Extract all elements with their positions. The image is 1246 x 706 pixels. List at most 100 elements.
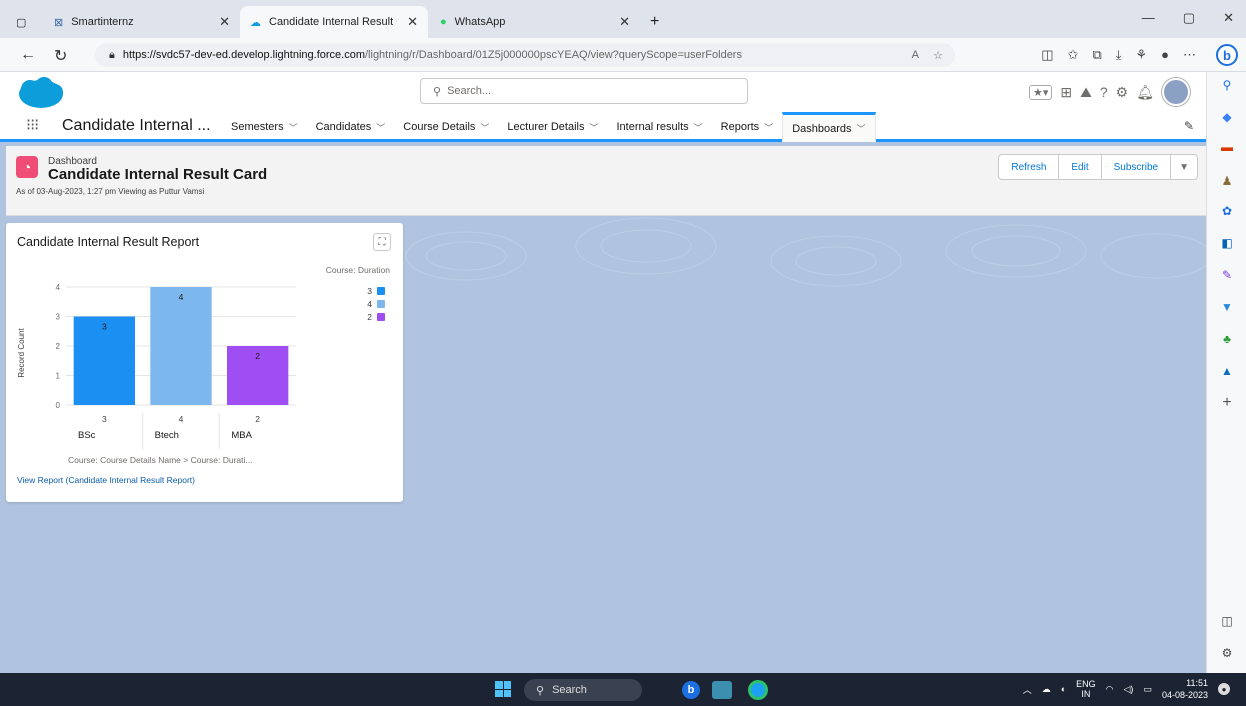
trailhead-icon[interactable]: ⛰ (1080, 84, 1092, 101)
shopping-tag-icon[interactable]: ◆ (1220, 110, 1234, 124)
nav-item-semesters[interactable]: Semesters ﹀ (222, 112, 307, 142)
close-icon[interactable]: ✕ (219, 14, 230, 30)
y-tick-label: 2 (56, 342, 61, 351)
add-sidebar-app-icon[interactable]: + (1220, 394, 1234, 411)
reload-icon[interactable]: ↻ (54, 46, 67, 66)
search-icon[interactable]: ⚲ (1220, 78, 1234, 92)
battery-icon[interactable]: ▭ (1143, 684, 1152, 695)
tools-briefcase-icon[interactable]: ▬ (1220, 140, 1234, 154)
edit-button[interactable]: Edit (1059, 155, 1102, 179)
chevron-down-icon[interactable]: ﹀ (376, 121, 385, 134)
category-label: BSc (78, 430, 96, 441)
more-actions-button[interactable]: ▼ (1171, 155, 1197, 179)
collections-icon[interactable]: ⧉ (1092, 47, 1101, 63)
salesforce-logo-icon[interactable] (18, 77, 64, 109)
chevron-down-icon[interactable]: ﹀ (764, 121, 773, 134)
notification-center-icon[interactable]: ● (1218, 683, 1230, 695)
lang-label: ENG (1076, 679, 1096, 689)
salesforce-favicon-icon: ☁ (250, 16, 261, 29)
view-report-link[interactable]: View Report (Candidate Internal Result R… (17, 475, 195, 485)
edge-taskbar-icon[interactable] (748, 680, 768, 700)
favorites-icon[interactable]: ✩ (1068, 47, 1079, 63)
chevron-down-icon[interactable]: ﹀ (589, 121, 598, 134)
close-icon[interactable]: ✕ (619, 14, 630, 30)
category-total-label: 2 (255, 414, 260, 424)
plus-icon: + (650, 13, 660, 30)
nav-item-dashboards[interactable]: Dashboards ﹀ (782, 112, 876, 142)
sidebar-settings-gear-icon[interactable]: ⚙ (1220, 646, 1234, 660)
page-title: Candidate Internal Result Card (48, 166, 268, 183)
photos-app-icon[interactable] (712, 681, 732, 699)
tree-icon[interactable]: ♣ (1220, 332, 1234, 346)
back-arrow-icon[interactable]: ← (20, 46, 36, 64)
legend-entry-label: 2 (367, 312, 372, 322)
windows-start-icon[interactable] (495, 681, 511, 697)
y-tick-label: 1 (56, 372, 61, 381)
profile-icon[interactable]: ● (1161, 47, 1169, 63)
help-icon[interactable]: ? (1100, 84, 1108, 100)
nav-item-reports[interactable]: Reports ﹀ (712, 112, 783, 142)
designer-icon[interactable]: ✎ (1220, 268, 1234, 282)
outlook-icon[interactable]: ◧ (1220, 236, 1234, 250)
chevron-down-icon[interactable]: ﹀ (694, 121, 703, 134)
edit-nav-pencil-icon[interactable]: ✎ (1184, 119, 1194, 133)
user-avatar[interactable] (1162, 78, 1190, 106)
sidebar-layout-icon[interactable]: ◫ (1220, 614, 1234, 628)
bing-copilot-icon[interactable]: b (1216, 44, 1238, 66)
read-aloud-icon[interactable]: A (912, 49, 919, 61)
tab-whatsapp[interactable]: ● WhatsApp ✕ (430, 6, 640, 38)
app-launcher-icon[interactable]: ⁝⁝⁝ (26, 115, 39, 135)
nav-label: Course Details (403, 121, 476, 133)
legend-title: Course: Duration (326, 265, 391, 275)
tab-actions-button[interactable]: ▢ (6, 6, 32, 38)
close-window-icon[interactable]: ✕ (1223, 10, 1234, 26)
y-tick-label: 0 (56, 401, 61, 410)
bing-taskbar-icon[interactable]: b (682, 681, 700, 699)
tray-chevron-up-icon[interactable]: ︿ (1023, 683, 1032, 696)
edge-tool-icon[interactable]: ▲ (1220, 364, 1234, 378)
url-field[interactable]: 🔒︎ https://svdc57-dev-ed.develop.lightni… (95, 43, 955, 67)
refresh-button[interactable]: Refresh (999, 155, 1060, 179)
taskbar-search[interactable]: ⚲ Search (524, 679, 642, 701)
chevron-down-icon[interactable]: ﹀ (480, 121, 489, 134)
global-actions-icon[interactable]: ⊞ (1060, 84, 1072, 101)
close-icon[interactable]: ✕ (407, 14, 418, 30)
notifications-bell-icon[interactable]: 🔔︎ (1136, 84, 1154, 101)
chevron-down-icon[interactable]: ﹀ (289, 121, 298, 134)
microsoft365-icon[interactable]: ✿ (1220, 204, 1234, 218)
new-tab-button[interactable]: + (640, 6, 670, 38)
whatsapp-icon: ● (440, 16, 447, 28)
y-tick-label: 3 (56, 313, 61, 322)
volume-icon[interactable]: ◁) (1124, 684, 1134, 695)
favorites-star-icon[interactable]: ★▾ (1028, 84, 1053, 100)
language-indicator[interactable]: ENG IN (1076, 679, 1096, 699)
tab-candidate-internal-result-card[interactable]: ☁ Candidate Internal Result Card | S ✕ (240, 6, 428, 38)
nav-label: Reports (720, 121, 760, 133)
global-search-input[interactable]: ⚲ Search... (420, 78, 748, 104)
setup-gear-icon[interactable]: ⚙ (1116, 84, 1129, 101)
favorite-star-icon[interactable]: ☆ (933, 49, 943, 62)
nav-item-course-details[interactable]: Course Details ﹀ (394, 112, 498, 142)
more-icon[interactable]: ⋯ (1183, 47, 1196, 63)
subscribe-button[interactable]: Subscribe (1102, 155, 1172, 179)
wifi-icon[interactable]: ◠ (1106, 684, 1114, 695)
games-icon[interactable]: ♟ (1220, 174, 1234, 188)
nav-item-lecturer-details[interactable]: Lecturer Details ﹀ (498, 112, 607, 142)
header-utility-icons: ★▾ ⊞ ⛰ ? ⚙ 🔔︎ (1028, 78, 1190, 106)
split-screen-icon[interactable]: ◫ (1041, 47, 1053, 63)
nav-item-internal-results[interactable]: Internal results ﹀ (607, 112, 711, 142)
chevron-down-icon[interactable]: ﹀ (857, 122, 866, 135)
restore-icon[interactable]: ▢ (1183, 10, 1195, 26)
drop-icon[interactable]: ▼ (1220, 300, 1234, 314)
y-axis-label: Record Count (17, 328, 26, 378)
bar (150, 287, 212, 405)
onedrive-cloud-icon[interactable]: ☁ (1042, 684, 1051, 695)
minimize-icon[interactable]: — (1142, 10, 1155, 26)
tray-app-icon[interactable]: ◐ (1061, 684, 1066, 694)
nav-item-candidates[interactable]: Candidates ﹀ (307, 112, 395, 142)
nav-label: Lecturer Details (507, 121, 585, 133)
downloads-icon[interactable]: ⤓ (1116, 47, 1122, 63)
tab-smartinternz[interactable]: ⊠ Smartinternz ✕ (44, 6, 240, 38)
extensions-icon[interactable]: ⚘ (1135, 47, 1147, 63)
clock[interactable]: 11:51 04-08-2023 (1162, 677, 1208, 701)
